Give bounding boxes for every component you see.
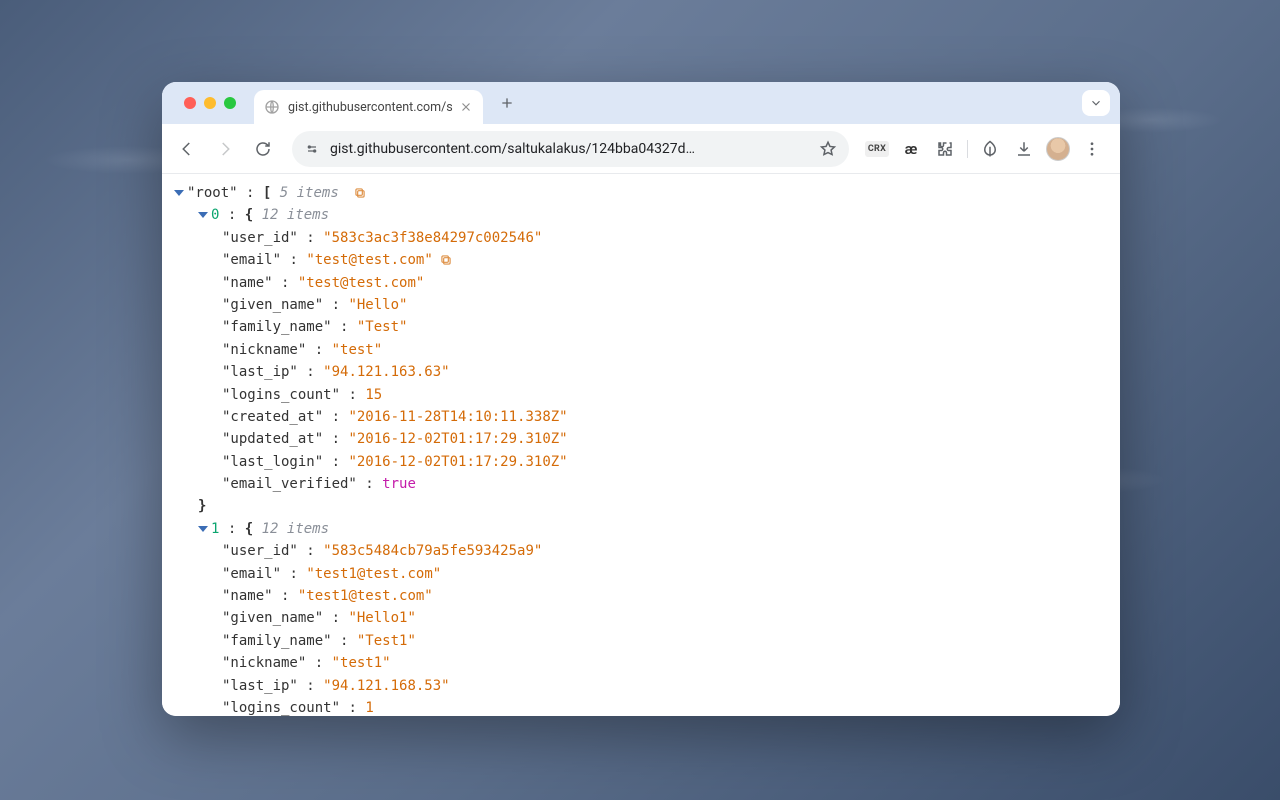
json-field-row: "name" : "test1@test.com" — [174, 585, 1108, 607]
json-field-row: "email" : "test@test.com" — [174, 249, 1108, 271]
menu-kebab-icon[interactable] — [1076, 133, 1108, 165]
address-bar[interactable]: gist.githubusercontent.com/saltukalakus/… — [292, 131, 849, 167]
json-close-brace: } — [174, 495, 1108, 517]
json-field-row: "nickname" : "test" — [174, 339, 1108, 361]
json-field-row: "name" : "test@test.com" — [174, 272, 1108, 294]
window-minimize-button[interactable] — [204, 97, 216, 109]
bookmark-star-icon[interactable] — [819, 140, 837, 158]
json-field-row: "email" : "test1@test.com" — [174, 563, 1108, 585]
json-root-row: "root" : [ 5 items — [174, 182, 1108, 204]
extension-ae-icon[interactable]: æ — [895, 133, 927, 165]
downloads-icon[interactable] — [1008, 133, 1040, 165]
tab-title: gist.githubusercontent.com/s — [288, 100, 453, 115]
copy-value-icon[interactable] — [439, 253, 453, 267]
forward-button[interactable] — [208, 132, 242, 166]
reload-button[interactable] — [246, 132, 280, 166]
toolbar-actions: CRX æ — [861, 133, 1112, 165]
json-array-item-row: 0 : { 12 items — [174, 204, 1108, 226]
json-field-row: "user_id" : "583c5484cb79a5fe593425a9" — [174, 540, 1108, 562]
json-field-row: "user_id" : "583c3ac3f38e84297c002546" — [174, 227, 1108, 249]
json-field-row: "family_name" : "Test" — [174, 316, 1108, 338]
profile-avatar[interactable] — [1042, 133, 1074, 165]
json-field-row: "last_ip" : "94.121.168.53" — [174, 675, 1108, 697]
extensions-puzzle-icon[interactable] — [929, 133, 961, 165]
window-close-button[interactable] — [184, 97, 196, 109]
json-array-item-row: 1 : { 12 items — [174, 518, 1108, 540]
back-button[interactable] — [170, 132, 204, 166]
json-field-row: "given_name" : "Hello1" — [174, 607, 1108, 629]
json-field-row: "created_at" : "2016-11-28T14:10:11.338Z… — [174, 406, 1108, 428]
json-field-row: "logins_count" : 1 — [174, 697, 1108, 716]
copy-value-icon[interactable] — [353, 186, 367, 200]
browser-tab[interactable]: gist.githubusercontent.com/s — [254, 90, 483, 124]
window-zoom-button[interactable] — [224, 97, 236, 109]
browser-window: gist.githubusercontent.com/s gist.github… — [162, 82, 1120, 716]
json-field-row: "updated_at" : "2016-12-02T01:17:29.310Z… — [174, 428, 1108, 450]
json-field-row: "last_login" : "2016-12-02T01:17:29.310Z… — [174, 451, 1108, 473]
url-text: gist.githubusercontent.com/saltukalakus/… — [330, 141, 809, 157]
site-info-icon[interactable] — [304, 141, 320, 157]
json-field-row: "logins_count" : 15 — [174, 384, 1108, 406]
extension-crx-icon[interactable]: CRX — [861, 133, 893, 165]
json-field-row: "given_name" : "Hello" — [174, 294, 1108, 316]
new-tab-button[interactable] — [493, 89, 521, 117]
toolbar: gist.githubusercontent.com/saltukalakus/… — [162, 124, 1120, 174]
toggle-caret-icon[interactable] — [198, 212, 208, 218]
json-field-row: "nickname" : "test1" — [174, 652, 1108, 674]
json-field-row: "email_verified" : true — [174, 473, 1108, 495]
separator — [967, 140, 968, 158]
globe-icon — [264, 99, 280, 115]
tab-search-button[interactable] — [1082, 90, 1110, 116]
json-field-row: "last_ip" : "94.121.163.63" — [174, 361, 1108, 383]
tab-strip: gist.githubusercontent.com/s — [162, 82, 1120, 124]
window-controls — [172, 97, 248, 109]
toggle-caret-icon[interactable] — [174, 190, 184, 196]
toggle-caret-icon[interactable] — [198, 526, 208, 532]
json-viewer-content: "root" : [ 5 items 0 : { 12 items"user_i… — [162, 174, 1120, 716]
extension-leaf-icon[interactable] — [974, 133, 1006, 165]
json-field-row: "family_name" : "Test1" — [174, 630, 1108, 652]
close-tab-icon[interactable] — [459, 100, 473, 114]
